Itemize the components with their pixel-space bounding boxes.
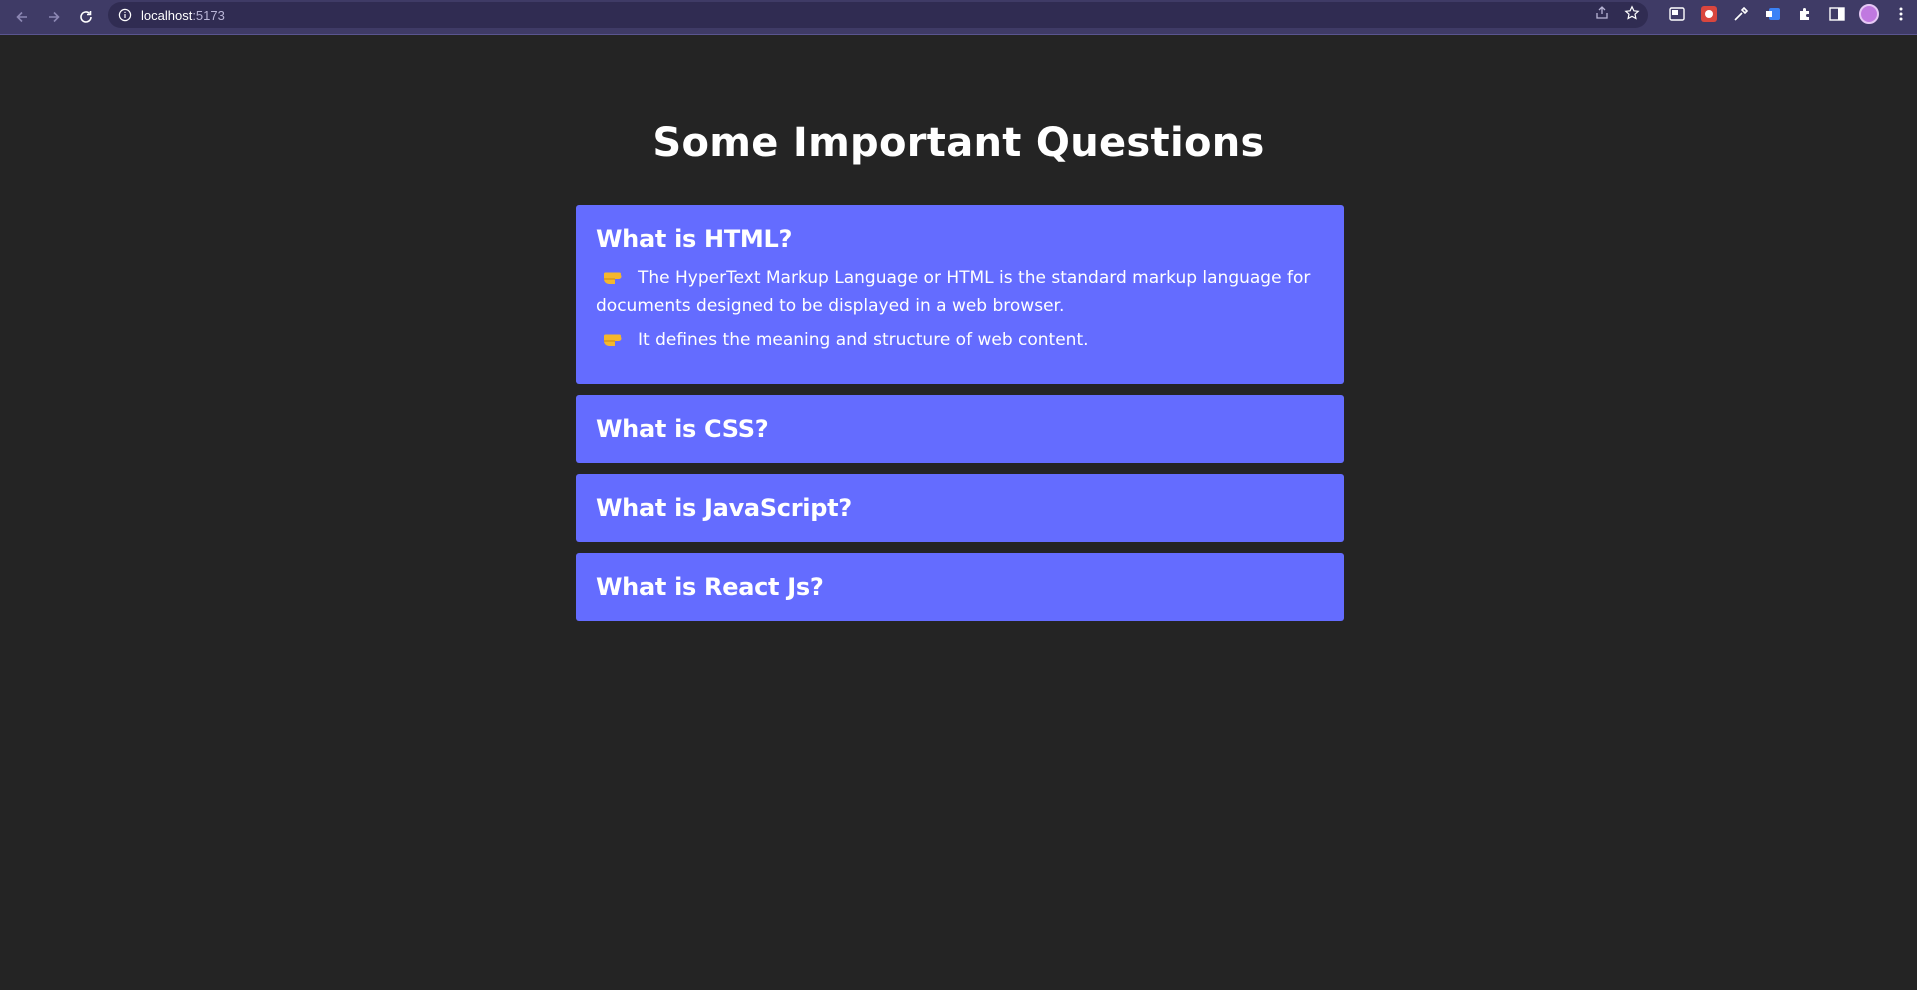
extension-red-icon[interactable]: [1699, 4, 1719, 24]
eyedropper-icon[interactable]: [1731, 4, 1751, 24]
share-icon[interactable]: [1594, 5, 1610, 25]
address-bar[interactable]: localhost:5173: [108, 2, 1648, 28]
answer-line: The HyperText Markup Language or HTML is…: [596, 264, 1324, 320]
browser-toolbar: localhost:5173: [0, 0, 1917, 35]
answer-line: It defines the meaning and structure of …: [596, 326, 1324, 354]
accordion-item-html[interactable]: What is HTML? The HyperText Markup Langu…: [576, 205, 1344, 384]
bookmark-star-icon[interactable]: [1624, 5, 1640, 25]
site-info-icon[interactable]: [118, 8, 132, 22]
page-content: Some Important Questions What is HTML? T…: [0, 36, 1917, 990]
accordion-question[interactable]: What is JavaScript?: [596, 494, 852, 522]
backhand-index-pointing-right-icon: [602, 328, 628, 348]
extensions-puzzle-icon[interactable]: [1795, 4, 1815, 24]
url-port: :5173: [192, 7, 225, 23]
back-icon[interactable]: [12, 7, 32, 27]
accordion-answer: The HyperText Markup Language or HTML is…: [596, 264, 1324, 354]
more-menu-icon[interactable]: [1891, 4, 1911, 24]
url-text[interactable]: localhost:5173: [141, 8, 225, 23]
picture-in-picture-icon[interactable]: [1667, 4, 1687, 24]
accordion-question[interactable]: What is React Js?: [596, 573, 824, 601]
page-title: Some Important Questions: [652, 120, 1265, 166]
profile-avatar[interactable]: [1859, 3, 1879, 24]
answer-text: The HyperText Markup Language or HTML is…: [596, 268, 1311, 316]
url-host: localhost: [141, 7, 193, 23]
extension-blue-icon[interactable]: [1763, 4, 1783, 24]
accordion-question[interactable]: What is HTML?: [596, 225, 1324, 253]
accordion-question[interactable]: What is CSS?: [596, 415, 769, 443]
side-panel-icon[interactable]: [1827, 4, 1847, 24]
forward-icon[interactable]: [44, 7, 64, 27]
answer-text: It defines the meaning and structure of …: [638, 330, 1089, 350]
backhand-index-pointing-right-icon: [602, 266, 628, 286]
faq-accordion: What is HTML? The HyperText Markup Langu…: [576, 205, 1344, 632]
accordion-item-react[interactable]: What is React Js?: [576, 553, 1344, 621]
accordion-item-css[interactable]: What is CSS?: [576, 395, 1344, 463]
accordion-item-javascript[interactable]: What is JavaScript?: [576, 474, 1344, 542]
reload-icon[interactable]: [76, 7, 96, 27]
